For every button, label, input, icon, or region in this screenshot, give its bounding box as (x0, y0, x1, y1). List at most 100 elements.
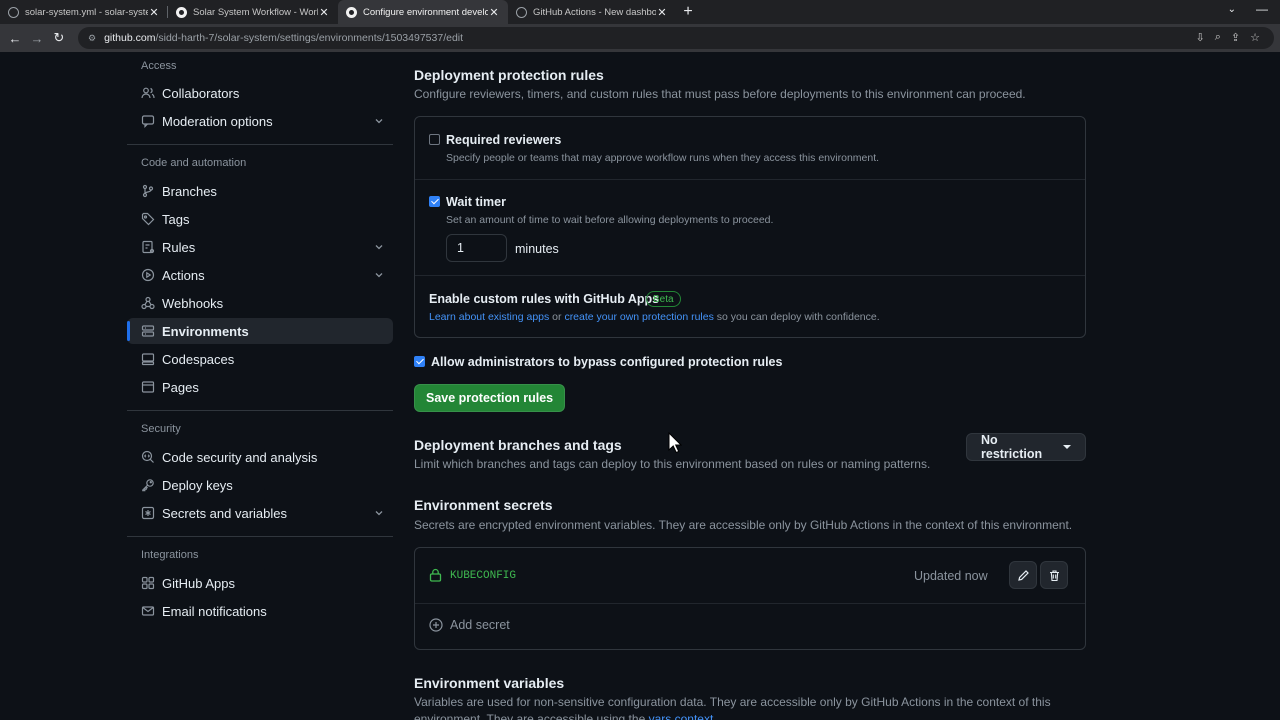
sidebar-item-label: Branches (162, 183, 217, 199)
pencil-icon (1017, 569, 1029, 581)
sidebar-item-codespaces[interactable]: Codespaces (127, 346, 393, 372)
secret-updated-time: Updated now (914, 569, 988, 583)
sidebar-item-label: GitHub Apps (162, 575, 235, 591)
sidebar-item-pages[interactable]: Pages (127, 374, 393, 400)
sidebar-item-label: Secrets and variables (162, 505, 288, 521)
sidebar-item-actions[interactable]: Actions (127, 262, 393, 288)
sidebar-item-environments[interactable]: Environments (127, 318, 393, 344)
protection-rules-title: Deployment protection rules (414, 67, 604, 83)
close-icon[interactable]: ✕ (318, 6, 330, 19)
sidebar-item-label: Actions (162, 267, 205, 283)
browser-tab-2[interactable]: Solar System Workflow - Workflo ✕ (168, 0, 338, 24)
loading-ring-icon (8, 6, 19, 18)
star-icon[interactable]: ☆ (1250, 31, 1260, 44)
sidebar-item-label: Deploy keys (162, 477, 233, 493)
sidebar-item-rules[interactable]: Rules (127, 234, 393, 260)
save-protection-rules-button[interactable]: Save protection rules (414, 384, 566, 412)
codescan-icon (141, 450, 155, 464)
delete-secret-button[interactable] (1040, 561, 1068, 589)
url-host: github.com (104, 32, 156, 44)
browser-tab-1[interactable]: solar-system.yml - solar-system ✕ (0, 0, 168, 24)
sidebar-divider (127, 144, 393, 145)
vars-context-link[interactable]: vars context (649, 712, 714, 720)
reload-icon[interactable]: ↻ (48, 30, 70, 46)
lock-icon (429, 568, 442, 582)
plus-circle-icon (429, 618, 443, 632)
wait-timer-unit: minutes (515, 242, 559, 256)
webhook-icon (141, 296, 155, 310)
custom-rules-description: Learn about existing apps or create your… (429, 311, 880, 323)
custom-rules-title: Enable custom rules with GitHub Apps (429, 292, 660, 306)
minimize-icon[interactable]: — (1256, 2, 1268, 16)
sidebar-item-secrets[interactable]: Secrets and variables (127, 500, 393, 526)
chevron-down-icon[interactable] (374, 270, 384, 280)
beta-badge: Beta (646, 291, 681, 307)
sidebar-divider (127, 536, 393, 537)
zoom-icon[interactable]: ⌕ (1215, 31, 1221, 44)
wait-timer-minutes-input[interactable] (446, 234, 507, 262)
required-reviewers-checkbox[interactable] (429, 134, 440, 145)
sidebar-section-integrations: Integrations (141, 549, 199, 561)
wait-timer-label: Wait timer (446, 195, 506, 209)
close-icon[interactable]: ✕ (148, 6, 160, 19)
sidebar-item-webhooks[interactable]: Webhooks (127, 290, 393, 316)
chevron-down-icon[interactable] (374, 116, 384, 126)
close-icon[interactable]: ✕ (488, 6, 500, 19)
wait-timer-checkbox[interactable] (429, 196, 440, 207)
add-secret-button[interactable]: Add secret (429, 618, 510, 632)
mouse-cursor-icon (668, 432, 682, 454)
environment-secrets-description: Secrets are encrypted environment variab… (414, 518, 1073, 532)
sidebar-item-label: Collaborators (162, 85, 240, 101)
sidebar-item-branches[interactable]: Branches (127, 178, 393, 204)
sidebar-item-label: Email notifications (162, 603, 267, 619)
row-divider (415, 179, 1085, 180)
sidebar-item-collaborators[interactable]: Collaborators (127, 80, 393, 106)
comment-icon (141, 114, 155, 128)
sidebar-item-email-notifications[interactable]: Email notifications (127, 598, 393, 624)
deployment-branches-description: Limit which branches and tags can deploy… (414, 457, 931, 471)
create-protection-rules-link[interactable]: create your own protection rules (564, 311, 713, 323)
tab-title: Solar System Workflow - Workflo (193, 6, 318, 18)
sidebar-item-code-security[interactable]: Code security and analysis (127, 444, 393, 470)
deployment-branches-title: Deployment branches and tags (414, 437, 622, 453)
server-icon (141, 324, 155, 338)
variables-desc-text: environment. They are accessible using t… (414, 712, 646, 720)
browser-icon (141, 380, 155, 394)
url-bar[interactable]: ⚙ github.com /sidd-harth-7/solar-system/… (78, 27, 1274, 49)
new-tab-button[interactable]: + (676, 0, 700, 24)
tab-title: solar-system.yml - solar-system (25, 6, 148, 18)
environment-secrets-title: Environment secrets (414, 497, 553, 513)
sidebar-item-github-apps[interactable]: GitHub Apps (127, 570, 393, 596)
sidebar-item-moderation[interactable]: Moderation options (127, 108, 393, 134)
sidebar-item-tags[interactable]: Tags (127, 206, 393, 232)
add-secret-label: Add secret (450, 618, 510, 632)
browser-tab-3-active[interactable]: Configure environment develop ✕ (338, 0, 508, 24)
site-info-icon[interactable]: ⚙ (88, 33, 96, 44)
forward-arrow-icon[interactable]: → (26, 31, 48, 46)
install-icon[interactable]: ⇩ (1196, 31, 1205, 44)
sidebar-item-label: Webhooks (162, 295, 224, 311)
chevron-down-icon[interactable] (374, 508, 384, 518)
share-icon[interactable]: ⇪ (1231, 31, 1240, 44)
sidebar-item-label: Rules (162, 239, 196, 255)
asterisk-icon (141, 506, 155, 520)
browser-tab-4[interactable]: GitHub Actions - New dashboard ✕ (508, 0, 676, 24)
repo-rules-icon (141, 240, 155, 254)
branch-restriction-select[interactable]: No restriction (966, 433, 1086, 461)
close-icon[interactable]: ✕ (656, 6, 668, 19)
chevron-down-icon[interactable]: ⌄ (1228, 4, 1236, 15)
tab-title: Configure environment develop (363, 6, 488, 18)
url-path: /sidd-harth-7/solar-system/settings/envi… (155, 32, 464, 44)
chevron-down-icon[interactable] (374, 242, 384, 252)
edit-secret-button[interactable] (1009, 561, 1037, 589)
back-arrow-icon[interactable]: ← (4, 31, 26, 46)
branch-restriction-value: No restriction (981, 433, 1043, 461)
bypass-admins-checkbox[interactable] (414, 356, 425, 367)
sidebar-item-label: Pages (162, 379, 199, 395)
codespaces-icon (141, 352, 155, 366)
address-bar-row: ← → ↻ ⚙ github.com /sidd-harth-7/solar-s… (0, 24, 1280, 52)
sidebar-section-code: Code and automation (141, 157, 247, 169)
caret-down-icon (1063, 445, 1071, 449)
sidebar-item-deploy-keys[interactable]: Deploy keys (127, 472, 393, 498)
learn-about-apps-link[interactable]: Learn about existing apps (429, 311, 549, 323)
